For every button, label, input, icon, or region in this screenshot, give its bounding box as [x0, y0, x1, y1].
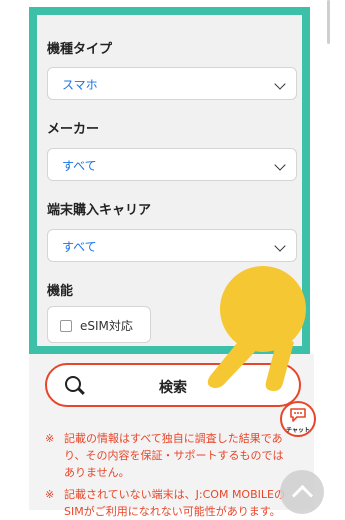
- note-mark: ※: [45, 488, 55, 501]
- chat-bubble-icon: [290, 408, 306, 422]
- note-text: 記載の情報はすべて独自に調査した結果であり、その内容を保証・サポートするものでは…: [64, 432, 284, 479]
- model-type-select[interactable]: スマホ: [47, 67, 297, 100]
- pointing-hand-icon: [207, 266, 306, 391]
- chevron-down-icon: [274, 159, 286, 171]
- chevron-down-icon: [274, 240, 286, 252]
- model-type-value: スマホ: [62, 78, 98, 92]
- esim-checkbox-option[interactable]: eSIM対応: [47, 306, 151, 343]
- note-mark: ※: [45, 432, 55, 445]
- maker-value: すべて: [62, 159, 97, 173]
- features-label: 機能: [47, 284, 74, 299]
- checkbox-icon[interactable]: [60, 320, 72, 332]
- maker-label: メーカー: [47, 122, 100, 137]
- page-scrollbar[interactable]: [327, 0, 330, 44]
- note-text: 記載されていない端末は、J:COM MOBILEのSIMがご利用になれない可能性…: [64, 488, 285, 518]
- scroll-to-top-button[interactable]: [280, 470, 324, 514]
- esim-option-label: eSIM対応: [80, 319, 133, 333]
- disclaimer-note: ※ 記載の情報はすべて独自に調査した結果であり、その内容を保証・サポートするもの…: [45, 430, 291, 481]
- carrier-value: すべて: [62, 240, 97, 254]
- carrier-label: 端末購入キャリア: [47, 203, 152, 218]
- carrier-select[interactable]: すべて: [47, 229, 297, 262]
- maker-select[interactable]: すべて: [47, 148, 297, 181]
- search-icon: [65, 376, 81, 392]
- disclaimer-note: ※ 記載されていない端末は、J:COM MOBILEのSIMがご利用になれない可…: [45, 486, 291, 520]
- chevron-down-icon: [274, 78, 286, 90]
- model-type-label: 機種タイプ: [47, 42, 113, 57]
- search-button-label: 検索: [159, 380, 187, 396]
